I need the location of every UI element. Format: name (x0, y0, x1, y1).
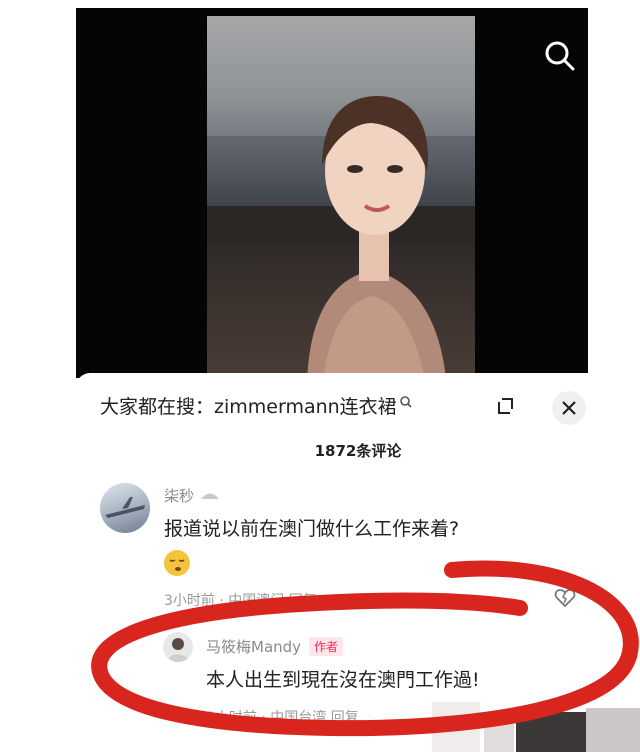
close-button[interactable] (552, 391, 586, 425)
comment-count: 1872条评论 (314, 442, 402, 460)
search-small-icon (399, 396, 412, 408)
comments-panel (76, 373, 640, 752)
heart-broken-icon (554, 589, 576, 608)
pensive-emoji-icon (164, 550, 190, 576)
expand-button[interactable] (488, 393, 522, 421)
person-figure (307, 96, 446, 378)
video-frame (207, 16, 475, 378)
avatar[interactable] (163, 632, 193, 662)
author-badge: 作者 (309, 637, 344, 656)
hot-search-bar[interactable]: 大家都在搜：zimmermann连衣裙 (100, 392, 413, 419)
search-button[interactable] (540, 36, 580, 76)
blurred-region (586, 708, 640, 752)
close-icon (562, 401, 576, 415)
hot-search-prefix: 大家都在搜： (100, 396, 215, 418)
expand-icon (498, 398, 513, 414)
search-icon (545, 41, 575, 71)
comment-text: 本人出生到現在沒在澳門工作過! (206, 669, 480, 691)
comment-text: 报道说以前在澳门做什么工作来着? (164, 518, 460, 540)
blurred-region (516, 712, 586, 752)
comment-username[interactable]: 马筱梅Mandy 作者 (206, 636, 344, 657)
like-button[interactable] (553, 586, 577, 610)
comment-username[interactable]: 柒秒 (164, 485, 221, 506)
avatar[interactable] (100, 483, 150, 533)
blurred-region (432, 702, 480, 752)
comment-meta: 3小时前 · 中国澳门 回复 (164, 593, 317, 609)
blurred-region (484, 718, 514, 752)
hot-search-keyword[interactable]: zimmermann连衣裙 (214, 396, 397, 418)
video-player[interactable] (76, 8, 588, 378)
comment-meta: 1小时前 · 中国台湾 回复 (206, 710, 359, 726)
fan-level-icon (200, 493, 219, 499)
